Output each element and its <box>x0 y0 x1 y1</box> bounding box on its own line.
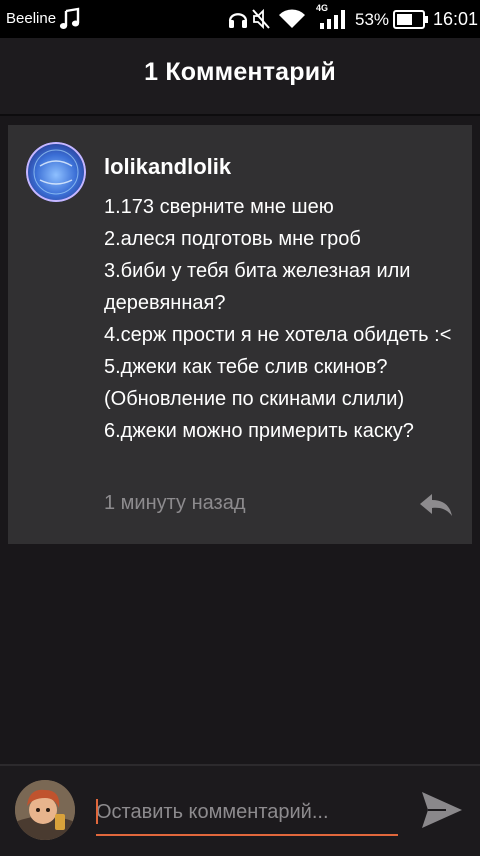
battery-percent: 53% <box>355 10 390 29</box>
comment-line: 1.173 сверните мне шею <box>104 196 334 218</box>
battery-icon <box>393 10 429 29</box>
comment-line: 5.джеки как тебе слив скинов? (Обновлени… <box>104 356 405 410</box>
page-title: 1 Комментарий <box>144 58 336 86</box>
signal-icon <box>318 8 348 30</box>
clock: 16:01 <box>433 9 479 29</box>
comment-line: 6.джеки можно примерить каску? <box>104 420 414 442</box>
send-button[interactable] <box>418 788 466 832</box>
comment-input-bar <box>0 764 480 856</box>
music-note-icon <box>58 7 82 31</box>
comment-card: lolikandlolik 1.173 сверните мне шею 2.а… <box>8 125 472 544</box>
user-avatar[interactable] <box>15 780 75 840</box>
comment-input[interactable] <box>96 790 398 836</box>
status-bar: Beeline 4G 53% 16:01 <box>0 0 480 38</box>
app-header: 1 Комментарий <box>0 38 480 116</box>
comment-line: 3.биби у тебя бита железная или деревянн… <box>104 260 411 314</box>
wifi-icon <box>279 9 305 29</box>
carrier-name: Beeline <box>6 10 57 27</box>
send-icon <box>422 792 462 828</box>
comment-author[interactable]: lolikandlolik <box>104 154 231 180</box>
mute-icon <box>251 8 271 30</box>
comment-text: 1.173 сверните мне шею 2.алеся подготовь… <box>104 191 456 447</box>
comment-line: 4.серж прости я не хотела обидеть :< <box>104 324 452 346</box>
comment-line: 2.алеся подготовь мне гроб <box>104 228 361 250</box>
comment-timestamp: 1 минуту назад <box>104 492 246 514</box>
reply-icon[interactable] <box>418 490 454 518</box>
text-cursor <box>96 799 98 824</box>
avatar[interactable] <box>26 142 86 202</box>
headset-icon <box>227 8 249 30</box>
